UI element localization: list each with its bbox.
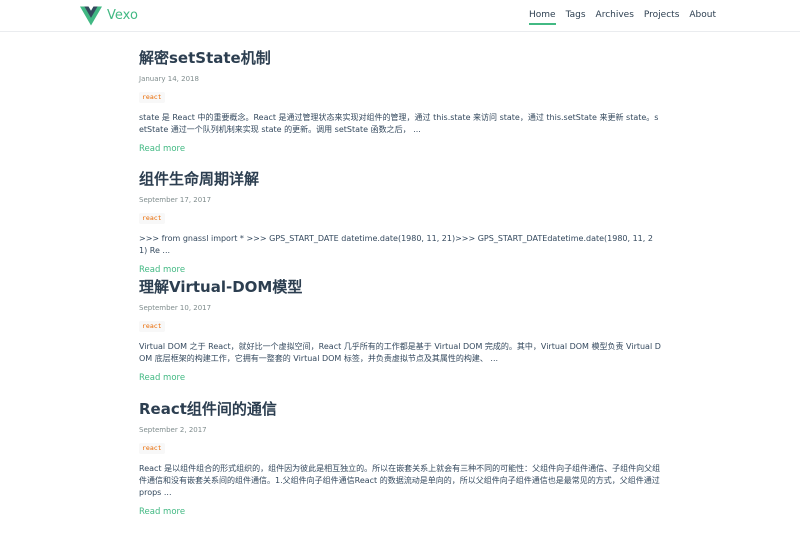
- post-title[interactable]: React组件间的通信: [139, 399, 661, 419]
- post-date: September 17, 2017: [139, 196, 212, 204]
- post-title[interactable]: 组件生命周期详解: [139, 169, 661, 189]
- post-date: September 2, 2017: [139, 426, 207, 434]
- main-nav: Home Tags Archives Projects About: [519, 10, 716, 25]
- read-more-link[interactable]: Read more: [139, 143, 185, 155]
- read-more-link[interactable]: Read more: [139, 372, 185, 384]
- post-item: 理解Virtual-DOM模型 September 10, 2017 react…: [139, 277, 661, 384]
- post-excerpt: Virtual DOM 之于 React，就好比一个虚拟空间，React 几乎所…: [139, 342, 661, 363]
- post-tag[interactable]: react: [139, 92, 165, 103]
- nav-projects[interactable]: Projects: [644, 10, 679, 25]
- nav-archives[interactable]: Archives: [596, 10, 634, 25]
- nav-tags[interactable]: Tags: [566, 10, 586, 25]
- post-item: 组件生命周期详解 September 17, 2017 react >>> fr…: [139, 169, 661, 276]
- post-excerpt: React 是以组件组合的形式组织的，组件因为彼此是相互独立的。所以在嵌套关系上…: [139, 464, 661, 497]
- post-item: 解密setState机制 January 14, 2018 react stat…: [139, 48, 661, 155]
- site-brand[interactable]: Vexo: [107, 8, 138, 23]
- read-more-link[interactable]: Read more: [139, 264, 185, 276]
- post-title[interactable]: 解密setState机制: [139, 48, 661, 68]
- nav-about[interactable]: About: [689, 10, 716, 25]
- site-header: Vexo Home Tags Archives Projects About: [0, 0, 800, 32]
- post-tag[interactable]: react: [139, 443, 165, 454]
- post-title[interactable]: 理解Virtual-DOM模型: [139, 277, 661, 297]
- post-tag[interactable]: react: [139, 321, 165, 332]
- read-more-link[interactable]: Read more: [139, 506, 185, 518]
- post-item: React组件间的通信 September 2, 2017 react Reac…: [139, 399, 661, 518]
- post-tag[interactable]: react: [139, 213, 165, 224]
- post-date: September 10, 2017: [139, 304, 212, 312]
- post-excerpt: >>> from gnassl import * >>> GPS_START_D…: [139, 234, 653, 255]
- nav-home[interactable]: Home: [529, 10, 556, 25]
- post-date: January 14, 2018: [139, 75, 199, 83]
- post-excerpt: state 是 React 中的重要概念。React 是通过管理状态来实现对组件…: [139, 113, 659, 134]
- vue-logo-icon[interactable]: [80, 6, 102, 26]
